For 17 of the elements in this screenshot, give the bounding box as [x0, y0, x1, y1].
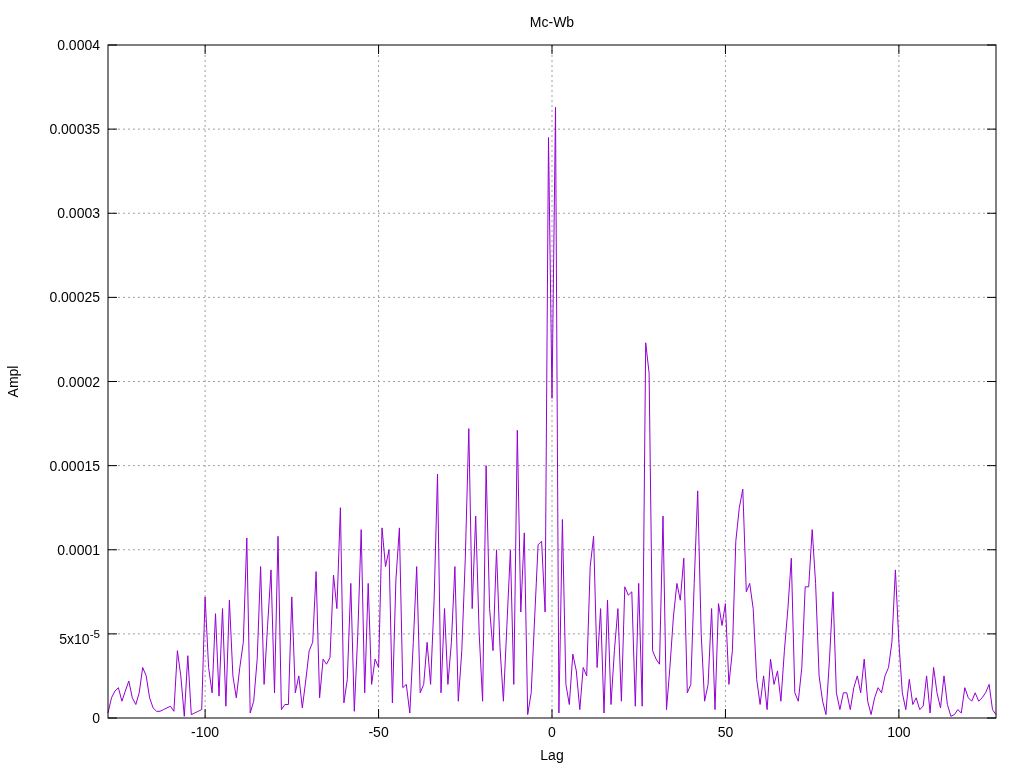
tick-label: -50: [368, 724, 389, 740]
tick-label: 0.0003: [57, 204, 100, 224]
tick-label: 0: [92, 709, 100, 728]
tick-label: 0.00025: [49, 288, 100, 308]
tick-label: 0.0002: [57, 372, 100, 392]
tick-label: 0.0001: [57, 540, 100, 560]
axis-title: Ampl: [5, 365, 21, 398]
tick-label: 0: [548, 724, 556, 740]
tick-label: 5x10$^{-5}$: [59, 625, 100, 644]
tick-label: 0.0004: [57, 36, 100, 55]
axis-title: Lag: [540, 747, 564, 763]
chart-title: Mc-Wb: [529, 14, 575, 30]
tick-label: 0.00015: [49, 456, 100, 476]
tick-label: 50: [717, 724, 734, 740]
tick-label: -100: [191, 724, 220, 740]
tick-label: 100: [887, 724, 911, 740]
tick-label: 0.00035: [49, 120, 100, 140]
